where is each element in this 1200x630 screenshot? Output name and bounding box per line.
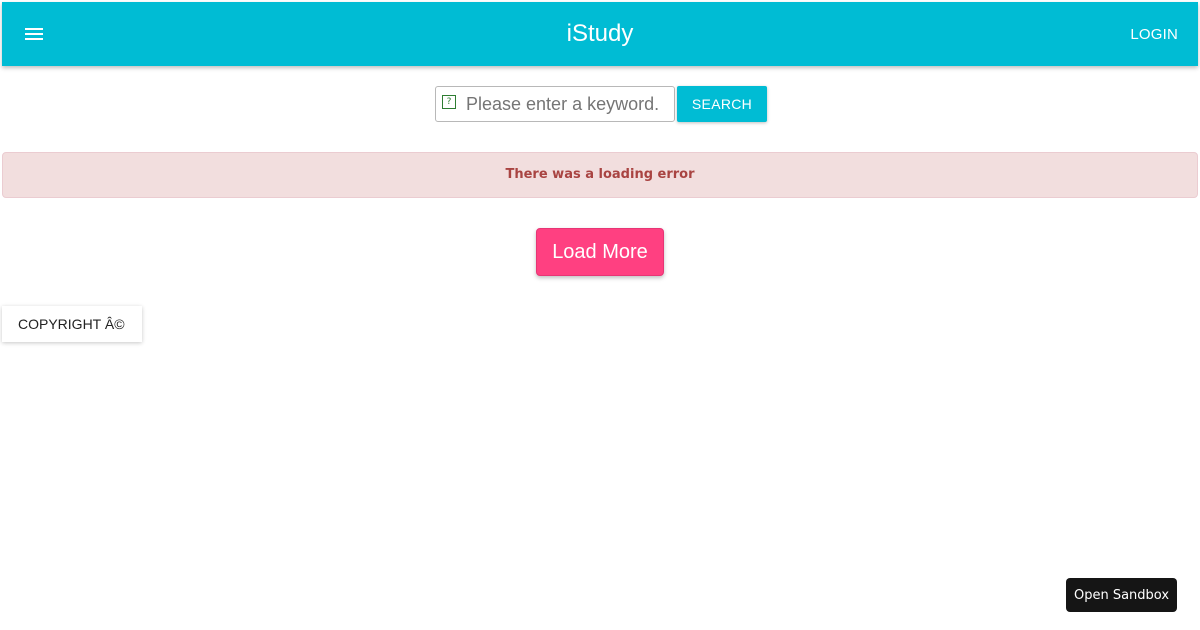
error-alert: There was a loading error xyxy=(2,152,1198,198)
load-more-button[interactable]: Load More xyxy=(536,228,664,276)
app-bar: iStudy LOGIN xyxy=(2,2,1198,66)
search-button[interactable]: SEARCH xyxy=(677,86,767,122)
copyright-footer: COPYRIGHT Â© xyxy=(2,306,142,342)
login-button[interactable]: LOGIN xyxy=(1122,22,1186,48)
app-title: iStudy xyxy=(566,20,634,47)
hamburger-menu-icon xyxy=(25,28,43,40)
search-field: ? xyxy=(435,86,675,122)
page: iStudy LOGIN ? SEARCH There was a loadin… xyxy=(0,0,1200,630)
search-bar: ? SEARCH xyxy=(435,86,767,122)
missing-glyph-icon: ? xyxy=(442,95,456,109)
search-input[interactable] xyxy=(466,88,674,120)
open-sandbox-button[interactable]: Open Sandbox xyxy=(1066,578,1177,612)
menu-button[interactable] xyxy=(16,16,52,52)
